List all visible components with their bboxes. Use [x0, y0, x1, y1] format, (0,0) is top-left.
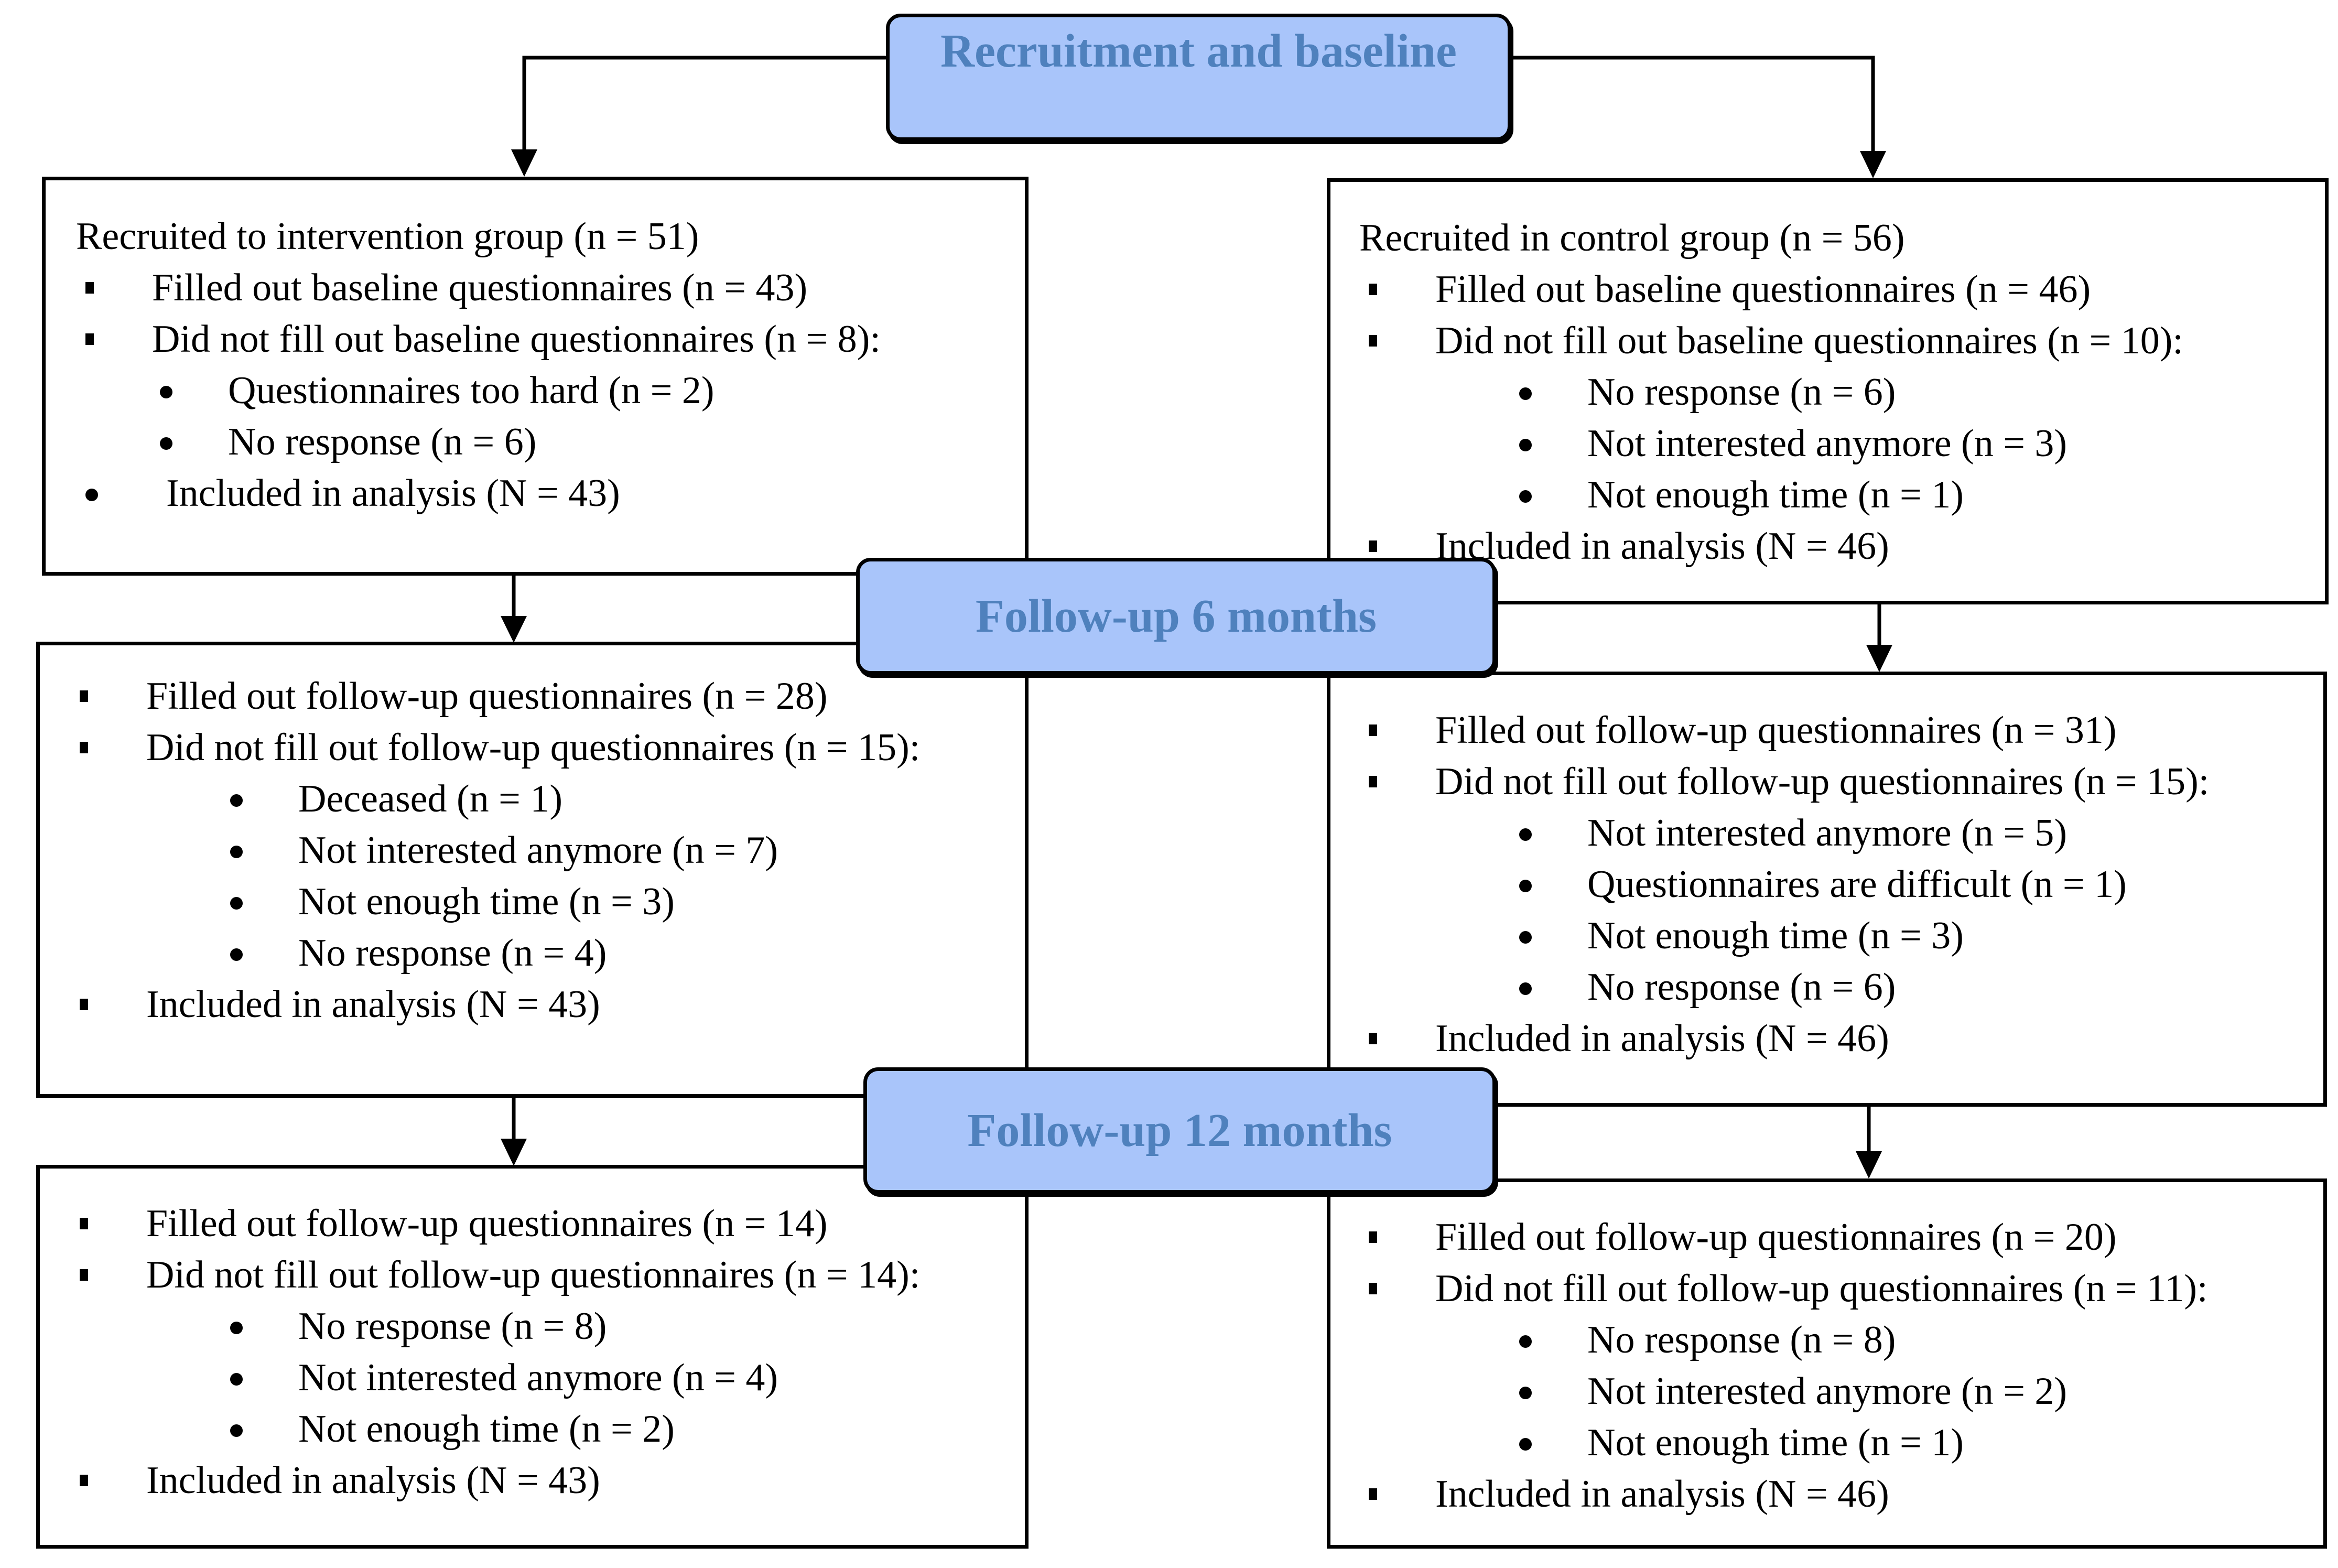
intervention-baseline-box: Recruited to intervention group (n = 51)…	[42, 177, 1029, 576]
intervention-12mo-reason: Not enough time (n = 2)	[70, 1403, 920, 1455]
control-baseline-reason: No response (n = 6)	[1359, 366, 2183, 418]
control-baseline-filled: Filled out baseline questionnaires (n = …	[1359, 264, 2183, 315]
intervention-6mo-filled: Filled out follow-up questionnaires (n =…	[70, 671, 920, 722]
intervention-12mo-included: Included in analysis (N = 43)	[70, 1455, 920, 1506]
control-baseline-title: Recruited in control group (n = 56)	[1359, 217, 1905, 259]
control-6mo-not-filled: Did not fill out follow-up questionnaire…	[1359, 756, 2209, 807]
intervention-baseline-included: Included in analysis (N = 43)	[76, 468, 881, 519]
control-6mo-filled: Filled out follow-up questionnaires (n =…	[1359, 705, 2209, 756]
stage-banner-followup-6: Follow-up 6 months	[856, 558, 1496, 675]
control-6mo-reason: Not interested anymore (n = 5)	[1359, 807, 2209, 859]
control-baseline-reason: Not enough time (n = 1)	[1359, 469, 2183, 521]
control-12mo-filled: Filled out follow-up questionnaires (n =…	[1359, 1212, 2208, 1263]
arrowhead-control-baseline	[1860, 151, 1886, 178]
intervention-12mo-not-filled: Did not fill out follow-up questionnaire…	[70, 1249, 920, 1301]
intervention-12mo-reason: Not interested anymore (n = 4)	[70, 1352, 920, 1403]
connector-recruitment-to-intervention	[522, 56, 886, 152]
intervention-baseline-reason: No response (n = 6)	[76, 416, 881, 468]
control-6mo-reason: Questionnaires are difficult (n = 1)	[1359, 859, 2209, 910]
control-12mo-not-filled: Did not fill out follow-up questionnaire…	[1359, 1263, 2208, 1314]
intervention-6mo-reason: Deceased (n = 1)	[70, 773, 920, 825]
intervention-6mo-included: Included in analysis (N = 43)	[70, 979, 920, 1030]
intervention-followup-6-box: Filled out follow-up questionnaires (n =…	[36, 642, 1029, 1098]
stage-title-followup-6: Follow-up 6 months	[975, 590, 1377, 642]
arrowhead-intervention-12mo	[501, 1139, 527, 1166]
control-baseline-not-filled: Did not fill out baseline questionnaires…	[1359, 315, 2183, 366]
arrowhead-intervention-6mo	[501, 616, 527, 643]
intervention-baseline-filled: Filled out baseline questionnaires (n = …	[76, 262, 881, 313]
intervention-baseline-reason: Questionnaires too hard (n = 2)	[76, 365, 881, 416]
stage-title-recruitment: Recruitment and baseline	[940, 25, 1457, 77]
arrowhead-control-12mo	[1856, 1151, 1882, 1178]
control-6mo-included: Included in analysis (N = 46)	[1359, 1013, 2209, 1064]
control-12mo-reason: No response (n = 8)	[1359, 1314, 2208, 1366]
intervention-baseline-not-filled: Did not fill out baseline questionnaires…	[76, 313, 881, 365]
control-12mo-reason: Not enough time (n = 1)	[1359, 1417, 2208, 1468]
arrowhead-control-6mo	[1866, 645, 1892, 672]
arrowhead-intervention-baseline	[511, 149, 537, 177]
intervention-6mo-reason: Not interested anymore (n = 7)	[70, 825, 920, 876]
intervention-6mo-not-filled: Did not fill out follow-up questionnaire…	[70, 722, 920, 773]
control-followup-12-box: Filled out follow-up questionnaires (n =…	[1327, 1178, 2327, 1549]
intervention-6mo-reason: Not enough time (n = 3)	[70, 876, 920, 927]
stage-banner-recruitment: Recruitment and baseline	[886, 14, 1511, 141]
intervention-baseline-title: Recruited to intervention group (n = 51)	[76, 215, 699, 258]
control-12mo-included: Included in analysis (N = 46)	[1359, 1468, 2208, 1520]
stage-title-followup-12: Follow-up 12 months	[967, 1105, 1392, 1156]
control-12mo-reason: Not interested anymore (n = 2)	[1359, 1366, 2208, 1417]
control-6mo-reason: No response (n = 6)	[1359, 961, 2209, 1013]
stage-banner-followup-12: Follow-up 12 months	[863, 1067, 1496, 1194]
control-6mo-reason: Not enough time (n = 3)	[1359, 910, 2209, 961]
intervention-6mo-reason: No response (n = 4)	[70, 927, 920, 979]
intervention-followup-12-box: Filled out follow-up questionnaires (n =…	[36, 1165, 1029, 1549]
control-followup-6-box: Filled out follow-up questionnaires (n =…	[1327, 672, 2327, 1107]
intervention-12mo-reason: No response (n = 8)	[70, 1301, 920, 1352]
control-baseline-reason: Not interested anymore (n = 3)	[1359, 418, 2183, 469]
connector-recruitment-to-control	[1511, 56, 1875, 153]
control-baseline-box: Recruited in control group (n = 56) Fill…	[1327, 178, 2329, 604]
intervention-12mo-filled: Filled out follow-up questionnaires (n =…	[70, 1198, 920, 1249]
